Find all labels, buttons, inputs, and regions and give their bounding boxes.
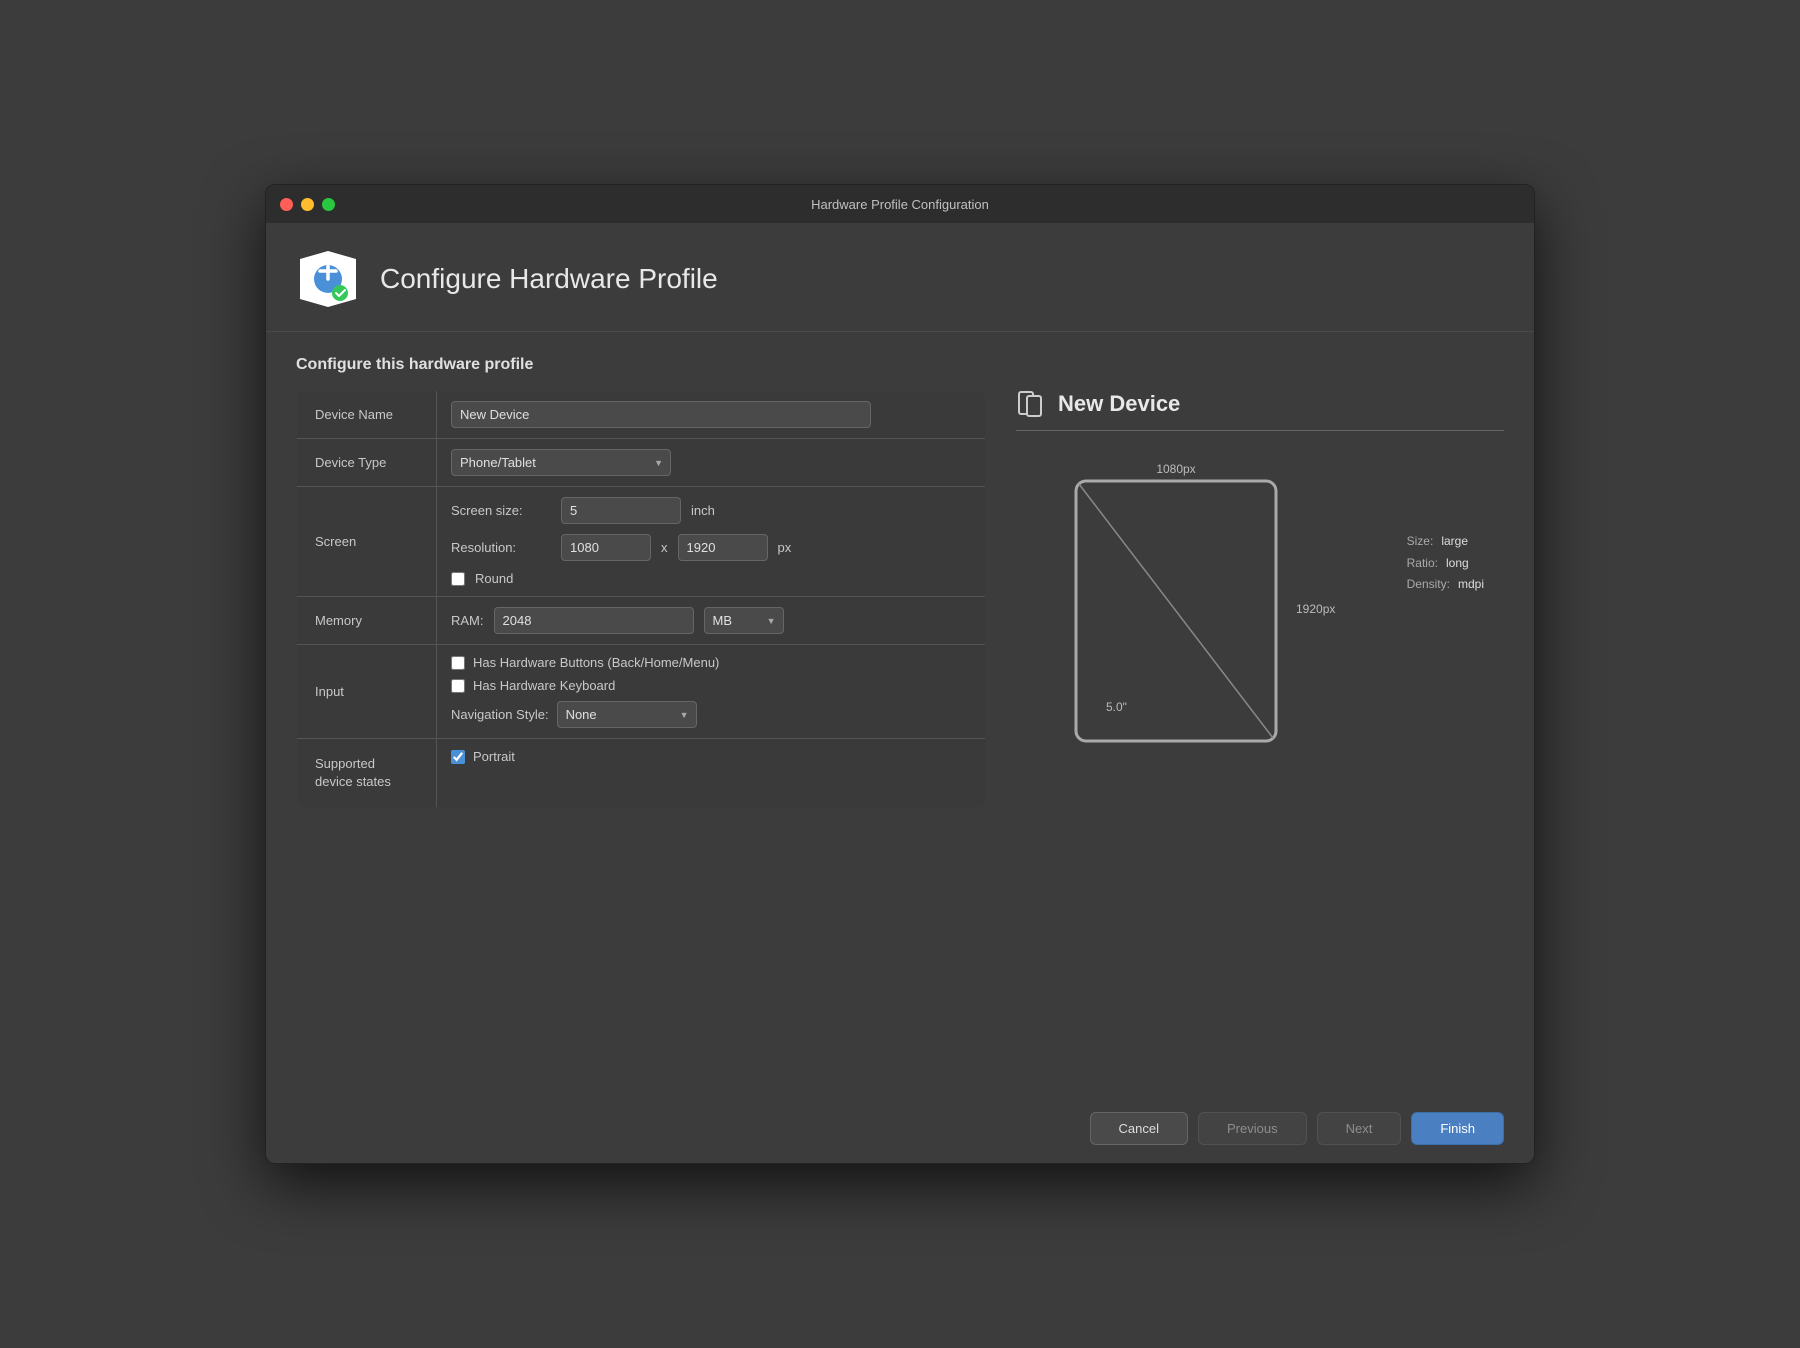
device-name-value-cell: [437, 391, 986, 439]
svg-text:1920px: 1920px: [1296, 602, 1335, 616]
device-name-input[interactable]: [451, 401, 871, 428]
svg-text:1080px: 1080px: [1156, 462, 1195, 476]
bottom-bar: Cancel Previous Next Finish: [266, 1094, 1534, 1163]
page-subtitle: Configure this hardware profile: [266, 332, 1534, 390]
device-type-select-wrapper: Phone/Tablet Tablet Wear OS Desktop TV A…: [451, 449, 671, 476]
ram-unit-select-wrapper: MB GB: [704, 607, 784, 634]
preview-header: New Device: [1016, 390, 1504, 431]
portrait-label: Portrait: [473, 749, 515, 764]
preview-device-name: New Device: [1058, 391, 1180, 417]
supported-states-row: Supporteddevice states Portrait: [297, 739, 986, 808]
portrait-row: Portrait: [451, 749, 971, 764]
main-window: Hardware Profile Configuration Configure…: [265, 184, 1535, 1164]
hardware-keyboard-checkbox[interactable]: [451, 679, 465, 693]
preview-diagram: 1080px 1920px 5.0" Size: large Ratio: lo…: [1016, 451, 1504, 1094]
size-key: Size:: [1407, 531, 1434, 553]
screen-size-unit: inch: [691, 503, 715, 518]
resolution-sep: x: [661, 540, 668, 555]
round-label: Round: [475, 571, 513, 586]
form-panel: Device Name Device Type Phone/Tablet Tab…: [296, 390, 986, 1094]
device-name-label: Device Name: [297, 391, 437, 439]
resolution-unit: px: [778, 540, 792, 555]
device-type-value-cell: Phone/Tablet Tablet Wear OS Desktop TV A…: [437, 439, 986, 487]
hardware-buttons-label: Has Hardware Buttons (Back/Home/Menu): [473, 655, 719, 670]
hardware-keyboard-label: Has Hardware Keyboard: [473, 678, 615, 693]
ram-input[interactable]: [494, 607, 694, 634]
main-content: Device Name Device Type Phone/Tablet Tab…: [266, 390, 1534, 1094]
ram-unit-select[interactable]: MB GB: [704, 607, 784, 634]
portrait-checkbox[interactable]: [451, 750, 465, 764]
round-checkbox[interactable]: [451, 572, 465, 586]
hardware-keyboard-row: Has Hardware Keyboard: [451, 678, 971, 693]
preview-panel: New Device 1080px 1920px 5.0": [986, 390, 1504, 1094]
density-stat: Density: mdpi: [1407, 574, 1484, 596]
supported-states-label: Supporteddevice states: [297, 739, 437, 808]
phone-diagram-svg: 1080px 1920px 5.0": [1016, 451, 1534, 771]
density-key: Density:: [1407, 574, 1450, 596]
size-value: large: [1441, 531, 1468, 553]
traffic-lights: [280, 198, 335, 211]
ram-row: RAM: MB GB: [451, 607, 971, 634]
device-type-label: Device Type: [297, 439, 437, 487]
density-value: mdpi: [1458, 574, 1484, 596]
maximize-button[interactable]: [322, 198, 335, 211]
hardware-buttons-checkbox[interactable]: [451, 656, 465, 670]
minimize-button[interactable]: [301, 198, 314, 211]
preview-device-icon: [1016, 390, 1044, 418]
hardware-buttons-row: Has Hardware Buttons (Back/Home/Menu): [451, 655, 971, 670]
nav-style-row: Navigation Style: None Three Button Gest…: [451, 701, 971, 728]
nav-style-select[interactable]: None Three Button Gesture Navigation: [557, 701, 697, 728]
device-type-select[interactable]: Phone/Tablet Tablet Wear OS Desktop TV A…: [451, 449, 671, 476]
close-button[interactable]: [280, 198, 293, 211]
input-row: Input Has Hardware Buttons (Back/Home/Me…: [297, 645, 986, 739]
screen-size-label: Screen size:: [451, 503, 551, 518]
device-name-row: Device Name: [297, 391, 986, 439]
screen-size-input[interactable]: [561, 497, 681, 524]
page-title: Configure Hardware Profile: [380, 263, 718, 295]
window-title: Hardware Profile Configuration: [811, 197, 989, 212]
device-type-row: Device Type Phone/Tablet Tablet Wear OS …: [297, 439, 986, 487]
supported-states-value-cell: Portrait: [437, 739, 986, 808]
resolution-y-input[interactable]: [678, 534, 768, 561]
input-value-cell: Has Hardware Buttons (Back/Home/Menu) Ha…: [437, 645, 986, 739]
titlebar: Hardware Profile Configuration: [266, 185, 1534, 223]
screen-size-row: Screen size: inch: [451, 497, 971, 524]
screen-label: Screen: [297, 487, 437, 597]
size-stat: Size: large: [1407, 531, 1484, 553]
memory-value-cell: RAM: MB GB: [437, 597, 986, 645]
ratio-stat: Ratio: long: [1407, 553, 1484, 575]
svg-text:5.0": 5.0": [1106, 700, 1127, 714]
round-row: Round: [451, 571, 971, 586]
memory-row: Memory RAM: MB GB: [297, 597, 986, 645]
previous-button[interactable]: Previous: [1198, 1112, 1307, 1145]
finish-button[interactable]: Finish: [1411, 1112, 1504, 1145]
cancel-button[interactable]: Cancel: [1090, 1112, 1188, 1145]
next-button[interactable]: Next: [1317, 1112, 1402, 1145]
nav-style-label: Navigation Style:: [451, 707, 549, 722]
resolution-x-input[interactable]: [561, 534, 651, 561]
preview-stats: Size: large Ratio: long Density: mdpi: [1407, 531, 1484, 596]
app-header: Configure Hardware Profile: [266, 223, 1534, 332]
input-label: Input: [297, 645, 437, 739]
app-icon: [296, 247, 360, 311]
screen-value-cell: Screen size: inch Resolution: x px: [437, 487, 986, 597]
ram-label: RAM:: [451, 613, 484, 628]
ratio-key: Ratio:: [1407, 553, 1438, 575]
resolution-label: Resolution:: [451, 540, 551, 555]
screen-row: Screen Screen size: inch Resolution: x: [297, 487, 986, 597]
nav-style-select-wrapper: None Three Button Gesture Navigation: [557, 701, 697, 728]
memory-label: Memory: [297, 597, 437, 645]
resolution-row: Resolution: x px: [451, 534, 971, 561]
ratio-value: long: [1446, 553, 1469, 575]
config-form: Device Name Device Type Phone/Tablet Tab…: [296, 390, 986, 808]
